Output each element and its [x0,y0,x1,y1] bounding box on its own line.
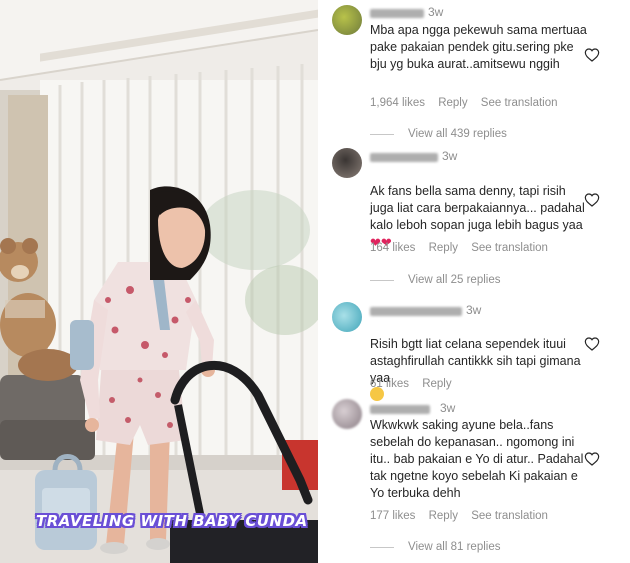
comment-time: 3w [428,5,444,19]
username-blurred[interactable] [370,9,424,18]
comment-time: 3w [442,149,458,163]
reply-button[interactable]: Reply [438,97,467,109]
see-translation-link[interactable]: See translation [471,510,548,522]
like-count: 1,964 likes [370,97,425,109]
username-blurred[interactable] [370,405,430,414]
view-replies-link[interactable]: View all 25 replies [370,274,500,286]
comment-text: Wkwkwk saking ayune bela..fans sebelah d… [370,418,584,500]
avatar[interactable] [332,148,362,178]
like-count: 61 likes [370,378,409,390]
replies-divider [370,133,394,135]
like-count: 164 likes [370,242,416,254]
photo-scene [0,0,318,563]
view-replies-link[interactable]: View all 439 replies [370,128,507,140]
comment-time: 3w [466,303,482,317]
comment-text-body: Ak fans bella sama denny, tapi risih jug… [370,184,585,232]
video-caption: TRAVELING WITH BABY CUNDA [36,512,308,530]
like-heart-icon[interactable] [584,47,600,63]
see-translation-link[interactable]: See translation [471,242,548,254]
comments-panel: 3w Mba apa ngga pekewuh sama mertuaa pak… [318,0,630,563]
like-count: 177 likes [370,510,416,522]
like-heart-icon[interactable] [584,336,600,352]
username-blurred[interactable] [370,153,438,162]
view-replies-label: View all 25 replies [408,274,501,286]
see-translation-link[interactable]: See translation [481,97,558,109]
view-replies-label: View all 81 replies [408,541,501,553]
avatar[interactable] [332,399,362,429]
avatar[interactable] [332,302,362,332]
comment-text: Risih bgtt liat celana sependek ituui as… [370,319,588,404]
post-photo: TRAVELING WITH BABY CUNDA [0,0,318,563]
like-heart-icon[interactable] [584,192,600,208]
comment-text: Mba apa ngga pekewuh sama mertuaa pake p… [370,23,587,71]
avatar[interactable] [332,5,362,35]
replies-divider [370,279,394,281]
reply-button[interactable]: Reply [422,378,451,390]
comment-time: 3w [440,401,456,415]
replies-divider [370,546,394,548]
reply-button[interactable]: Reply [429,242,458,254]
like-heart-icon[interactable] [584,451,600,467]
comment-text: Ak fans bella sama denny, tapi risih jug… [370,166,590,252]
view-replies-label: View all 439 replies [408,128,507,140]
username-blurred[interactable] [370,307,462,316]
view-replies-link[interactable]: View all 81 replies [370,541,500,553]
reply-button[interactable]: Reply [429,510,458,522]
